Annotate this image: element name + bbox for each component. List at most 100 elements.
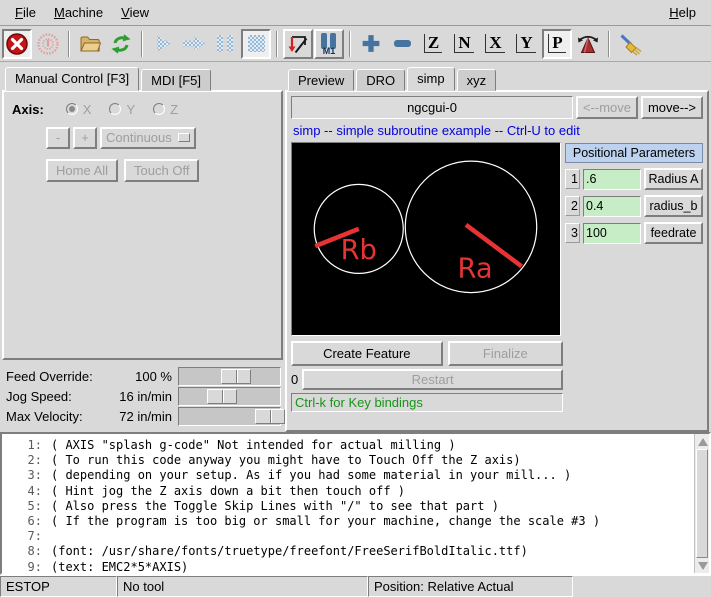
feed-override-slider[interactable] <box>178 367 281 386</box>
line-number: 8: <box>6 544 42 558</box>
jog-plus-button[interactable]: + <box>73 127 97 149</box>
optional-pause-m1-button[interactable]: M1 <box>314 29 344 59</box>
estop-button[interactable] <box>2 29 32 59</box>
line-text: ( AXIS "splash g-code" Not intended for … <box>51 438 456 452</box>
view-z-rotated-icon: N <box>454 34 473 53</box>
main-area: Manual Control [F3] MDI [F5] Axis: X Y <box>0 62 711 432</box>
create-feature-button[interactable]: Create Feature <box>291 341 443 366</box>
line-text: (font: /usr/share/fonts/truetype/freefon… <box>51 544 528 558</box>
home-all-button[interactable]: Home All <box>46 159 118 182</box>
run-step-button[interactable] <box>179 29 209 59</box>
view-perspective-button[interactable]: P <box>542 29 572 59</box>
subroutine-info: simp -- simple subroutine example -- Ctr… <box>291 122 703 139</box>
positional-parameters: Positional Parameters 1 Radius A 2 radiu… <box>565 142 703 338</box>
statusbar: ESTOP No tool Position: Relative Actual <box>0 575 711 597</box>
reload-button[interactable] <box>106 29 136 59</box>
run-button[interactable] <box>148 29 178 59</box>
view-x-button[interactable]: X <box>480 29 510 59</box>
param-value-input[interactable] <box>583 169 641 190</box>
radius-a-canvas-label: Ra <box>457 253 492 284</box>
zoom-out-button[interactable] <box>387 29 417 59</box>
gcode-line: 9: (text: EMC2*5*AXIS) <box>6 560 691 575</box>
menu-file[interactable]: File <box>8 2 43 23</box>
tab-dro[interactable]: DRO <box>356 69 405 91</box>
scroll-up-arrow[interactable] <box>695 434 710 449</box>
jog-row: - + Continuous <box>46 127 275 149</box>
param-value-input[interactable] <box>583 196 641 217</box>
menu-view[interactable]: View <box>114 2 156 23</box>
zoom-in-button[interactable] <box>356 29 386 59</box>
gcode-scrollbar[interactable] <box>694 434 709 573</box>
line-text: ( If the program is too big or small for… <box>51 514 600 528</box>
jog-speed-slider[interactable] <box>178 387 281 406</box>
move-right-button[interactable]: move--> <box>641 96 703 119</box>
finalize-button[interactable]: Finalize <box>448 341 563 366</box>
view-x-icon: X <box>485 34 504 53</box>
line-number: 9: <box>6 560 42 574</box>
stop-button[interactable] <box>241 29 271 59</box>
param-value-input[interactable] <box>583 223 641 244</box>
gcode-text-area[interactable]: 1:( AXIS "splash g-code" Not intended fo… <box>0 432 711 575</box>
param-index: 3 <box>565 223 580 243</box>
param-name-button[interactable]: feedrate <box>644 222 703 244</box>
toolbar-separator <box>349 31 351 57</box>
line-number: 7: <box>6 529 42 543</box>
axis-z-radio[interactable]: Z <box>153 102 178 117</box>
jog-minus-button[interactable]: - <box>46 127 70 149</box>
axis-window: File Machine View Help <box>0 0 711 597</box>
machine-power-button[interactable] <box>33 29 63 59</box>
preview-panel: Preview DRO simp xyz ngcgui-0 <--move mo… <box>284 62 711 432</box>
override-sliders: Feed Override: 100 % Jog Speed: 16 in/mi… <box>2 360 283 432</box>
open-file-button[interactable] <box>75 29 105 59</box>
line-number: 3: <box>6 468 42 482</box>
gcode-lines: 1:( AXIS "splash g-code" Not intended fo… <box>2 434 709 575</box>
status-filler <box>573 576 711 597</box>
slider-handle[interactable] <box>207 389 237 404</box>
menu-help[interactable]: Help <box>662 2 703 23</box>
view-y-button[interactable]: Y <box>511 29 541 59</box>
run-icon <box>154 35 172 53</box>
move-left-button[interactable]: <--move <box>576 96 638 119</box>
slider-handle[interactable] <box>255 409 285 424</box>
view-z-button[interactable]: Z <box>418 29 448 59</box>
view-z-rotated-button[interactable]: N <box>449 29 479 59</box>
scrollbar-thumb[interactable] <box>696 449 708 558</box>
toggle-skip-lines-button[interactable] <box>283 29 313 59</box>
line-text: (text: EMC2*5*AXIS) <box>51 560 188 574</box>
param-name-button[interactable]: Radius A <box>644 168 703 190</box>
clear-plot-button[interactable] <box>615 29 645 59</box>
axis-x-radio[interactable]: X <box>66 102 92 117</box>
jog-speed-label: Jog Speed: <box>6 389 102 404</box>
menu-machine[interactable]: Machine <box>47 2 110 23</box>
tab-xyz[interactable]: xyz <box>457 69 497 91</box>
axis-y-label: Y <box>126 102 135 117</box>
toolbar-separator <box>68 31 70 57</box>
max-velocity-value: 72 in/min <box>102 409 178 424</box>
axis-y-radio[interactable]: Y <box>109 102 135 117</box>
feed-override-row: Feed Override: 100 % <box>6 366 283 386</box>
scroll-down-arrow[interactable] <box>695 558 710 573</box>
tab-simp[interactable]: simp <box>407 67 454 91</box>
restart-button[interactable]: Restart <box>302 369 563 390</box>
param-name-button[interactable]: radius_b <box>644 195 703 217</box>
tab-manual-control[interactable]: Manual Control [F3] <box>5 67 139 91</box>
down-arrow-icon <box>698 562 708 570</box>
control-tabbar: Manual Control [F3] MDI [F5] <box>2 64 283 90</box>
pause-button[interactable] <box>210 29 240 59</box>
max-velocity-label: Max Velocity: <box>6 409 102 424</box>
plus-icon <box>362 34 381 53</box>
touch-off-button[interactable]: Touch Off <box>124 159 199 182</box>
param-row: 2 radius_b <box>565 195 703 217</box>
ngcgui-tab-entry[interactable]: ngcgui-0 <box>291 96 573 119</box>
tab-preview[interactable]: Preview <box>288 69 354 91</box>
tab-mdi[interactable]: MDI [F5] <box>141 69 211 91</box>
stop-icon <box>248 35 265 52</box>
rotate-view-button[interactable] <box>573 29 603 59</box>
jog-mode-dropdown[interactable]: Continuous <box>100 127 196 149</box>
menubar: File Machine View Help <box>0 0 711 26</box>
slider-handle[interactable] <box>221 369 251 384</box>
max-velocity-slider[interactable] <box>178 407 281 426</box>
machine-power-icon <box>36 32 60 56</box>
feed-override-label: Feed Override: <box>6 369 102 384</box>
simp-tab-frame: ngcgui-0 <--move move--> simp -- simple … <box>285 90 709 432</box>
